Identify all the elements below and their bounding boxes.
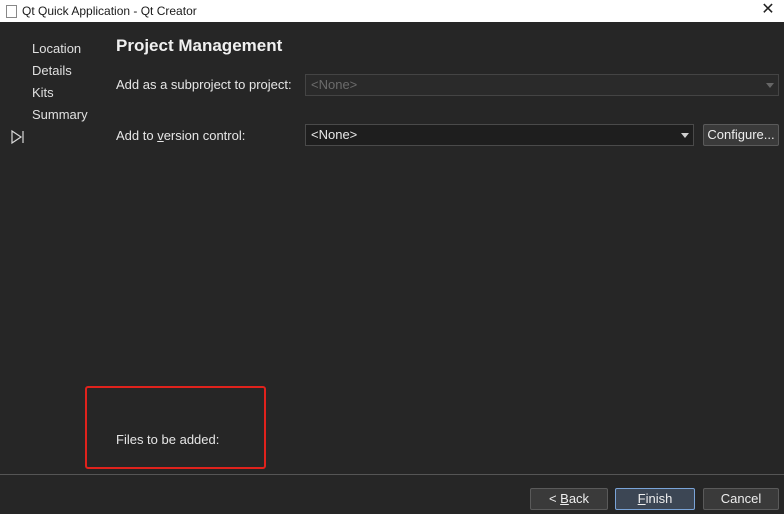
- window-title: Qt Quick Application - Qt Creator: [22, 4, 197, 18]
- annotation-highlight-box: [85, 386, 266, 469]
- finish-button[interactable]: Finish: [615, 488, 695, 510]
- vcs-combo[interactable]: <None>: [305, 124, 694, 146]
- back-button[interactable]: < Back: [530, 488, 608, 510]
- close-icon[interactable]: ✕: [760, 2, 776, 18]
- step-summary: Summary: [32, 107, 88, 122]
- title-bar: Qt Quick Application - Qt Creator ✕: [0, 0, 784, 22]
- subproject-combo[interactable]: <None>: [305, 74, 779, 96]
- chevron-down-icon: [766, 83, 774, 88]
- cancel-button[interactable]: Cancel: [703, 488, 779, 510]
- vcs-label: Add to version control:: [116, 128, 246, 143]
- subproject-combo-value: <None>: [311, 77, 358, 92]
- button-bar-separator: [0, 474, 784, 475]
- vcs-combo-value: <None>: [311, 127, 358, 142]
- files-to-be-added-label: Files to be added:: [116, 432, 220, 447]
- step-details: Details: [32, 63, 72, 78]
- current-step-marker-icon: [11, 129, 24, 145]
- new-project-wizard-window: Qt Quick Application - Qt Creator ✕ Loca…: [0, 0, 784, 514]
- step-location: Location: [32, 41, 82, 56]
- window-icon: [4, 4, 18, 18]
- configure-button[interactable]: Configure...: [703, 124, 779, 146]
- chevron-down-icon: [681, 133, 689, 138]
- step-kits: Kits: [32, 85, 54, 100]
- page-title: Project Management: [116, 36, 283, 55]
- subproject-label: Add as a subproject to project:: [116, 77, 292, 92]
